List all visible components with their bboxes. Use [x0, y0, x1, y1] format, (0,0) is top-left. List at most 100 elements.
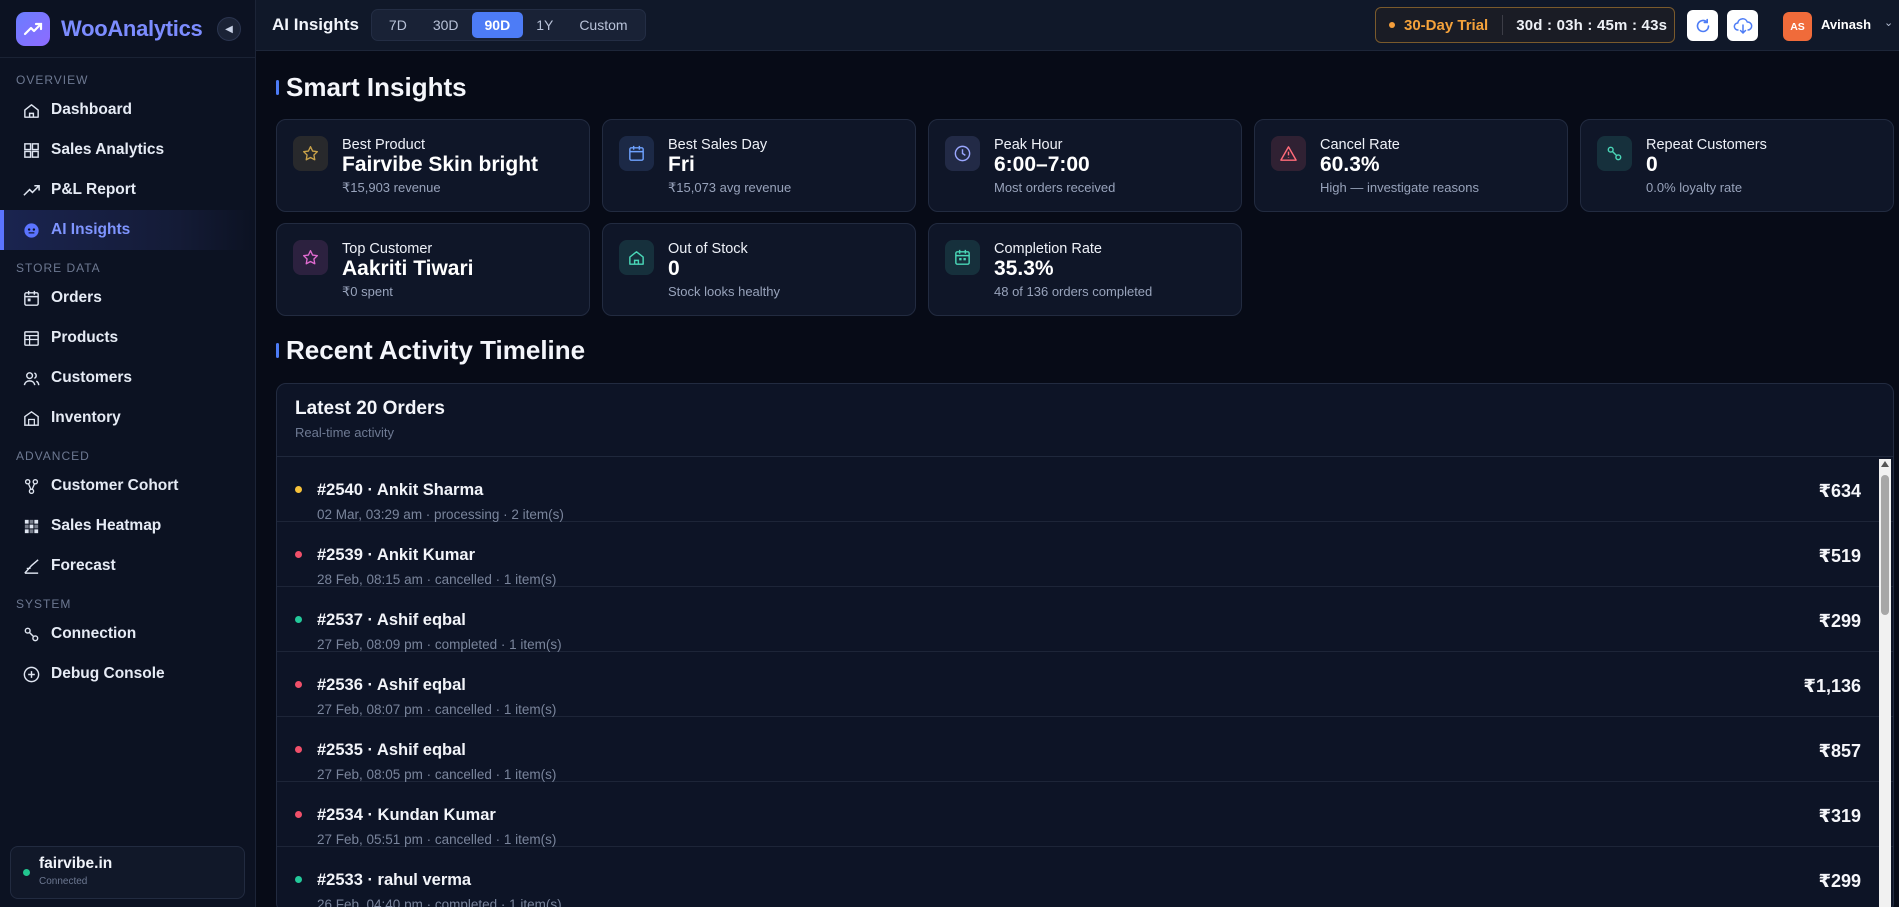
- insight-card-completion-rate[interactable]: Completion Rate 35.3% 48 of 136 orders com…: [928, 223, 1242, 316]
- refresh-button[interactable]: [1687, 10, 1718, 41]
- insight-value: Fri: [668, 153, 695, 176]
- home-icon: [619, 240, 654, 275]
- order-meta: 27 Feb, 08:07 pm · cancelled · 1 item(s): [317, 702, 557, 717]
- range-1y-button[interactable]: 1Y: [523, 12, 566, 38]
- heatmap-icon: [20, 515, 42, 537]
- trend-logo-icon: [16, 11, 50, 46]
- sidebar-item-label: Customer Cohort: [51, 477, 179, 494]
- order-meta: 26 Feb, 04:40 pm · completed · 1 item(s): [317, 897, 562, 907]
- sidebar-item-dashboard[interactable]: Dashboard: [0, 90, 255, 130]
- range-custom-button[interactable]: Custom: [566, 12, 640, 38]
- status-dot-icon: [295, 811, 302, 818]
- home-icon: [20, 99, 42, 121]
- order-title: #2540 · Ankit Sharma: [317, 481, 484, 499]
- insight-label: Out of Stock: [668, 241, 748, 257]
- insight-card-peak-hour[interactable]: Peak Hour 6:00–7:00 Most orders received: [928, 119, 1242, 212]
- avatar[interactable]: AS: [1783, 12, 1812, 41]
- orders-scrollbar[interactable]: [1879, 459, 1891, 907]
- order-meta: 28 Feb, 08:15 am · cancelled · 1 item(s): [317, 572, 557, 587]
- range-30d-button[interactable]: 30D: [420, 12, 472, 38]
- sidebar-item-label: Customers: [51, 369, 132, 386]
- nav-section-title: ADVANCED: [16, 449, 90, 463]
- date-range-selector: 7D 30D 90D 1Y Custom: [370, 9, 646, 41]
- insight-label: Peak Hour: [994, 137, 1063, 153]
- sidebar-item-customers[interactable]: Customers: [0, 358, 255, 398]
- sidebar-item-label: Debug Console: [51, 665, 165, 682]
- order-row[interactable]: #2533 · rahul verma 26 Feb, 04:40 pm · co…: [277, 847, 1893, 907]
- nav-section-title: STORE DATA: [16, 261, 101, 275]
- insight-label: Top Customer: [342, 241, 433, 257]
- sidebar-item-label: Connection: [51, 625, 137, 642]
- link-icon: [1597, 136, 1632, 171]
- insight-card-best-product[interactable]: Best Product Fairvibe Skin bright ₹15,903 …: [276, 119, 590, 212]
- users-icon: [20, 367, 42, 389]
- insight-label: Cancel Rate: [1320, 137, 1400, 153]
- order-row[interactable]: #2537 · Ashif eqbal 27 Feb, 08:09 pm · co…: [277, 587, 1893, 652]
- insight-card-cancel-rate[interactable]: Cancel Rate 60.3% High — investigate reaso…: [1254, 119, 1568, 212]
- trial-label: 30-Day Trial: [1404, 16, 1489, 34]
- trend-icon: [20, 179, 42, 201]
- insight-card-out-of-stock[interactable]: Out of Stock 0 Stock looks healthy: [602, 223, 916, 316]
- sidebar-item-connection[interactable]: Connection: [0, 614, 255, 654]
- user-name[interactable]: Avinash: [1821, 17, 1871, 32]
- insight-value: Fairvibe Skin bright: [342, 153, 539, 176]
- orders-subtitle: Real-time activity: [295, 425, 394, 440]
- table-icon: [20, 327, 42, 349]
- order-title: #2536 · Ashif eqbal: [317, 676, 466, 694]
- sidebar-item-customer-cohort[interactable]: Customer Cohort: [0, 466, 255, 506]
- insight-value: Aakriti Tiwari: [342, 257, 474, 280]
- sidebar-item-inventory[interactable]: Inventory: [0, 398, 255, 438]
- insight-subtext: High — investigate reasons: [1320, 180, 1479, 195]
- chevron-down-icon[interactable]: ⌄: [1884, 16, 1893, 29]
- order-row[interactable]: #2535 · Ashif eqbal 27 Feb, 08:05 pm · ca…: [277, 717, 1893, 782]
- star-icon: [293, 136, 328, 171]
- insight-label: Best Sales Day: [668, 137, 768, 153]
- sidebar-item-p-l-report[interactable]: P&L Report: [0, 170, 255, 210]
- sidebar-item-ai-insights[interactable]: AI Insights: [0, 210, 255, 250]
- sidebar-item-orders[interactable]: Orders: [0, 278, 255, 318]
- order-row[interactable]: #2534 · Kundan Kumar 27 Feb, 05:51 pm · c…: [277, 782, 1893, 847]
- order-amount: ₹857: [1818, 741, 1861, 761]
- order-title: #2537 · Ashif eqbal: [317, 611, 466, 629]
- insight-subtext: Most orders received: [994, 180, 1116, 195]
- sidebar-item-products[interactable]: Products: [0, 318, 255, 358]
- sidebar-nav: OVERVIEW Dashboard Sales Analytics P&L Repo…: [0, 58, 255, 907]
- range-90d-button[interactable]: 90D: [471, 12, 524, 38]
- insight-card-best-sales-day[interactable]: Best Sales Day Fri ₹15,073 avg revenue: [602, 119, 916, 212]
- insight-card-top-customer[interactable]: Top Customer Aakriti Tiwari ₹0 spent: [276, 223, 590, 316]
- insight-card-repeat-customers[interactable]: Repeat Customers 0 0.0% loyalty rate: [1580, 119, 1894, 212]
- store-status: Connected: [39, 876, 88, 887]
- sidebar-item-label: AI Insights: [51, 221, 131, 238]
- collapse-sidebar-button[interactable]: ◀: [217, 17, 241, 41]
- order-row[interactable]: #2536 · Ashif eqbal 27 Feb, 08:07 pm · ca…: [277, 652, 1893, 717]
- sidebar-item-debug-console[interactable]: Debug Console: [0, 654, 255, 694]
- order-row[interactable]: #2539 · Ankit Kumar 28 Feb, 08:15 am · ca…: [277, 522, 1893, 587]
- grid-icon: [20, 139, 42, 161]
- order-meta: 27 Feb, 08:05 pm · cancelled · 1 item(s): [317, 767, 557, 782]
- range-7d-button[interactable]: 7D: [376, 12, 420, 38]
- page-title: AI Insights: [272, 15, 359, 34]
- status-dot-icon: [295, 616, 302, 623]
- star-icon: [293, 240, 328, 275]
- main-content: AI Insights 7D 30D 90D 1Y Custom 30-Day Tria…: [256, 0, 1899, 907]
- store-connection-card[interactable]: fairvibe.in Connected: [10, 846, 245, 899]
- scroll-thumb[interactable]: [1881, 475, 1889, 615]
- calendar-icon: [619, 136, 654, 171]
- order-title: #2533 · rahul verma: [317, 871, 472, 889]
- insight-subtext: 48 of 136 orders completed: [994, 284, 1153, 299]
- sidebar-item-sales-analytics[interactable]: Sales Analytics: [0, 130, 255, 170]
- clock-icon: [945, 136, 980, 171]
- sidebar-item-label: Orders: [51, 289, 102, 306]
- order-row[interactable]: #2540 · Ankit Sharma 02 Mar, 03:29 am · p…: [277, 457, 1893, 522]
- orders-title: Latest 20 Orders: [295, 398, 445, 419]
- warning-icon: [1271, 136, 1306, 171]
- download-button[interactable]: [1727, 10, 1758, 41]
- sidebar-item-label: Dashboard: [51, 101, 132, 118]
- sidebar-item-forecast[interactable]: Forecast: [0, 546, 255, 586]
- sidebar-item-sales-heatmap[interactable]: Sales Heatmap: [0, 506, 255, 546]
- scroll-up-icon[interactable]: [1881, 461, 1889, 467]
- sidebar-item-label: Sales Analytics: [51, 141, 165, 158]
- trial-banner[interactable]: 30-Day Trial 30d : 03h : 45m : 43s: [1375, 7, 1675, 43]
- forecast-icon: [20, 555, 42, 577]
- insight-label: Best Product: [342, 137, 426, 153]
